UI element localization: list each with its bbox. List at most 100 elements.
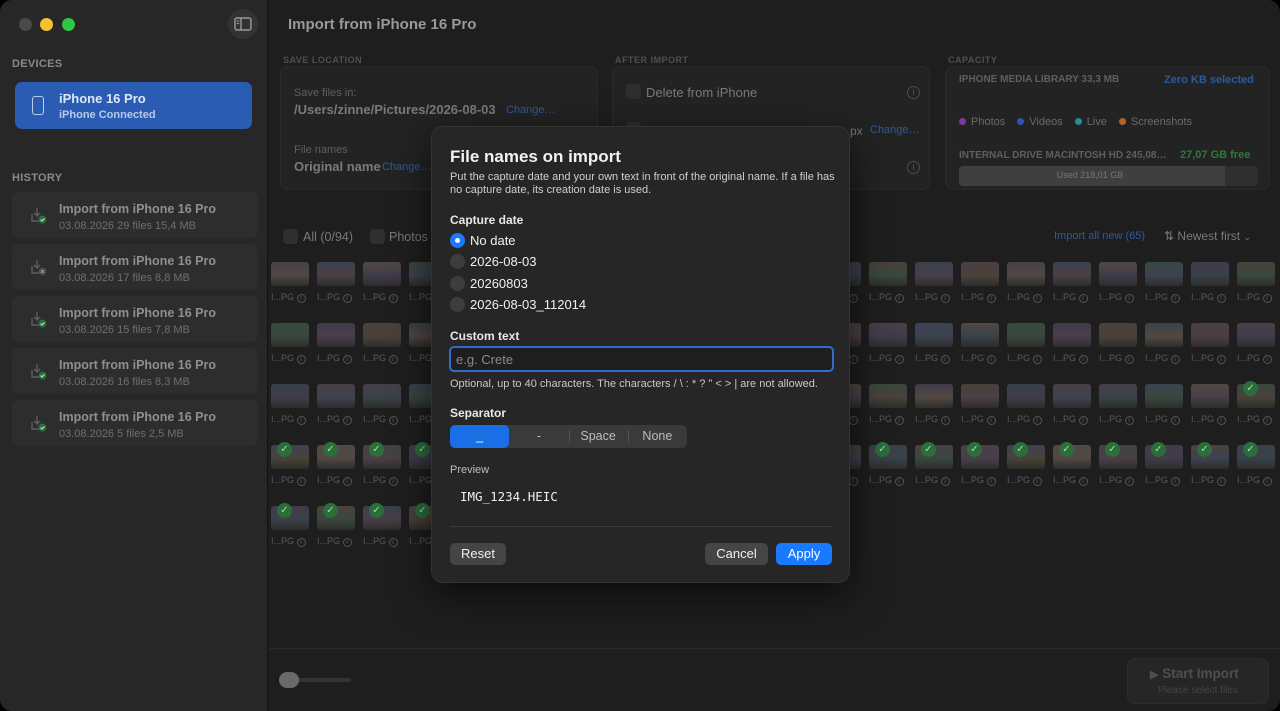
info-icon[interactable]: i bbox=[894, 294, 904, 303]
media-thumbnail[interactable]: ✓ I...PG i bbox=[1236, 442, 1280, 490]
media-thumbnail[interactable]: ✓ I...PG i bbox=[270, 442, 314, 490]
media-thumbnail[interactable]: ✓ I...PG i bbox=[1052, 442, 1096, 490]
media-thumbnail[interactable]: ✓ I...PG i bbox=[868, 442, 912, 490]
media-thumbnail[interactable]: ✓ I...PG i bbox=[960, 442, 1004, 490]
info-icon[interactable]: i bbox=[986, 416, 996, 425]
media-thumbnail[interactable]: I...PG i bbox=[270, 320, 314, 368]
info-icon[interactable]: i bbox=[907, 161, 920, 174]
radio-button[interactable] bbox=[450, 254, 465, 269]
info-icon[interactable]: i bbox=[940, 416, 950, 425]
info-icon[interactable]: i bbox=[1262, 355, 1272, 364]
media-thumbnail[interactable]: I...PG i bbox=[868, 381, 912, 429]
device-item-iphone[interactable]: iPhone 16 Pro iPhone Connected bbox=[15, 82, 252, 129]
history-item[interactable]: Import from iPhone 16 Pro 03.08.2026 15 f… bbox=[12, 296, 258, 342]
media-thumbnail[interactable]: I...PG i bbox=[868, 320, 912, 368]
info-icon[interactable]: i bbox=[388, 294, 398, 303]
media-thumbnail[interactable]: ✓ I...PG i bbox=[1006, 442, 1050, 490]
radio-button[interactable] bbox=[450, 275, 465, 291]
media-thumbnail[interactable]: I...PG i bbox=[1052, 381, 1096, 429]
media-thumbnail[interactable]: I...PG i bbox=[1006, 259, 1050, 307]
info-icon[interactable]: i bbox=[1032, 355, 1042, 364]
info-icon[interactable]: i bbox=[1078, 477, 1088, 486]
info-icon[interactable]: i bbox=[1124, 477, 1134, 486]
sidebar-toggle-button[interactable] bbox=[228, 9, 258, 39]
change-file-names-link[interactable]: Change… bbox=[382, 161, 432, 173]
all-checkbox[interactable] bbox=[283, 229, 298, 244]
media-thumbnail[interactable]: I...PG i bbox=[1144, 259, 1188, 307]
info-icon[interactable]: i bbox=[1170, 355, 1180, 364]
separator-option[interactable]: Space bbox=[568, 425, 628, 448]
media-thumbnail[interactable]: I...PG i bbox=[1052, 259, 1096, 307]
media-thumbnail[interactable]: ✓ I...PG i bbox=[316, 442, 360, 490]
info-icon[interactable]: i bbox=[894, 355, 904, 364]
info-icon[interactable]: i bbox=[1032, 477, 1042, 486]
media-thumbnail[interactable]: I...PG i bbox=[1236, 259, 1280, 307]
change-resize-link[interactable]: Change… bbox=[870, 124, 920, 136]
media-thumbnail[interactable]: I...PG i bbox=[960, 381, 1004, 429]
media-thumbnail[interactable]: I...PG i bbox=[960, 259, 1004, 307]
info-icon[interactable]: i bbox=[1170, 477, 1180, 486]
media-thumbnail[interactable]: ✓ I...PG i bbox=[1236, 381, 1280, 429]
apply-button[interactable]: Apply bbox=[776, 543, 832, 565]
history-item[interactable]: Import from iPhone 16 Pro 03.08.2026 5 fi… bbox=[12, 400, 258, 446]
media-thumbnail[interactable]: I...PG i bbox=[1190, 381, 1234, 429]
info-icon[interactable]: i bbox=[1262, 477, 1272, 486]
cancel-button[interactable]: Cancel bbox=[705, 543, 768, 565]
media-thumbnail[interactable]: ✓ I...PG i bbox=[1144, 442, 1188, 490]
info-icon[interactable]: i bbox=[1078, 355, 1088, 364]
media-thumbnail[interactable]: I...PG i bbox=[316, 381, 360, 429]
info-icon[interactable]: i bbox=[940, 355, 950, 364]
info-icon[interactable]: i bbox=[1216, 294, 1226, 303]
info-icon[interactable]: i bbox=[342, 294, 352, 303]
info-icon[interactable]: i bbox=[342, 477, 352, 486]
info-icon[interactable]: i bbox=[296, 355, 306, 364]
info-icon[interactable]: i bbox=[1170, 416, 1180, 425]
info-icon[interactable]: i bbox=[342, 355, 352, 364]
import-all-new-link[interactable]: Import all new (65) bbox=[1054, 230, 1145, 242]
capture-date-option[interactable]: 2026-08-03_112014 bbox=[450, 296, 586, 314]
media-thumbnail[interactable]: I...PG i bbox=[1190, 259, 1234, 307]
separator-option[interactable]: _ bbox=[450, 425, 510, 448]
info-icon[interactable]: i bbox=[986, 294, 996, 303]
start-import-button[interactable]: ▶ Start Import Please select files bbox=[1127, 658, 1269, 704]
media-thumbnail[interactable]: I...PG i bbox=[1052, 320, 1096, 368]
info-icon[interactable]: i bbox=[342, 416, 352, 425]
thumbnail-size-slider[interactable] bbox=[279, 672, 299, 688]
info-icon[interactable]: i bbox=[1262, 294, 1272, 303]
filter-photos[interactable]: Photos bbox=[389, 230, 428, 244]
reset-button[interactable]: Reset bbox=[450, 543, 506, 565]
info-icon[interactable]: i bbox=[388, 355, 398, 364]
media-thumbnail[interactable]: ✓ I...PG i bbox=[914, 442, 958, 490]
media-thumbnail[interactable]: ✓ I...PG i bbox=[1190, 442, 1234, 490]
info-icon[interactable]: i bbox=[388, 416, 398, 425]
minimize-window-button[interactable] bbox=[40, 18, 53, 31]
info-icon[interactable]: i bbox=[940, 477, 950, 486]
media-thumbnail[interactable]: I...PG i bbox=[1006, 320, 1050, 368]
info-icon[interactable]: i bbox=[388, 538, 398, 547]
photos-checkbox[interactable] bbox=[370, 229, 385, 244]
media-thumbnail[interactable]: I...PG i bbox=[914, 259, 958, 307]
media-thumbnail[interactable]: I...PG i bbox=[362, 381, 406, 429]
info-icon[interactable]: i bbox=[1032, 294, 1042, 303]
info-icon[interactable]: i bbox=[1216, 416, 1226, 425]
info-icon[interactable]: i bbox=[342, 538, 352, 547]
capture-date-option[interactable]: 20260803 bbox=[450, 274, 528, 292]
media-thumbnail[interactable]: I...PG i bbox=[1098, 320, 1142, 368]
info-icon[interactable]: i bbox=[986, 355, 996, 364]
media-thumbnail[interactable]: I...PG i bbox=[270, 381, 314, 429]
media-thumbnail[interactable]: I...PG i bbox=[270, 259, 314, 307]
info-icon[interactable]: i bbox=[296, 416, 306, 425]
info-icon[interactable]: i bbox=[296, 477, 306, 486]
info-icon[interactable]: i bbox=[1170, 294, 1180, 303]
media-thumbnail[interactable]: I...PG i bbox=[1190, 320, 1234, 368]
media-thumbnail[interactable]: ✓ I...PG i bbox=[362, 503, 406, 551]
media-thumbnail[interactable]: I...PG i bbox=[362, 320, 406, 368]
info-icon[interactable]: i bbox=[894, 416, 904, 425]
media-thumbnail[interactable]: I...PG i bbox=[1144, 381, 1188, 429]
change-location-link[interactable]: Change… bbox=[506, 104, 556, 116]
media-thumbnail[interactable]: I...PG i bbox=[914, 381, 958, 429]
info-icon[interactable]: i bbox=[1216, 477, 1226, 486]
history-item[interactable]: Import from iPhone 16 Pro 03.08.2026 17 f… bbox=[12, 244, 258, 290]
info-icon[interactable]: i bbox=[894, 477, 904, 486]
media-thumbnail[interactable]: I...PG i bbox=[1236, 320, 1280, 368]
